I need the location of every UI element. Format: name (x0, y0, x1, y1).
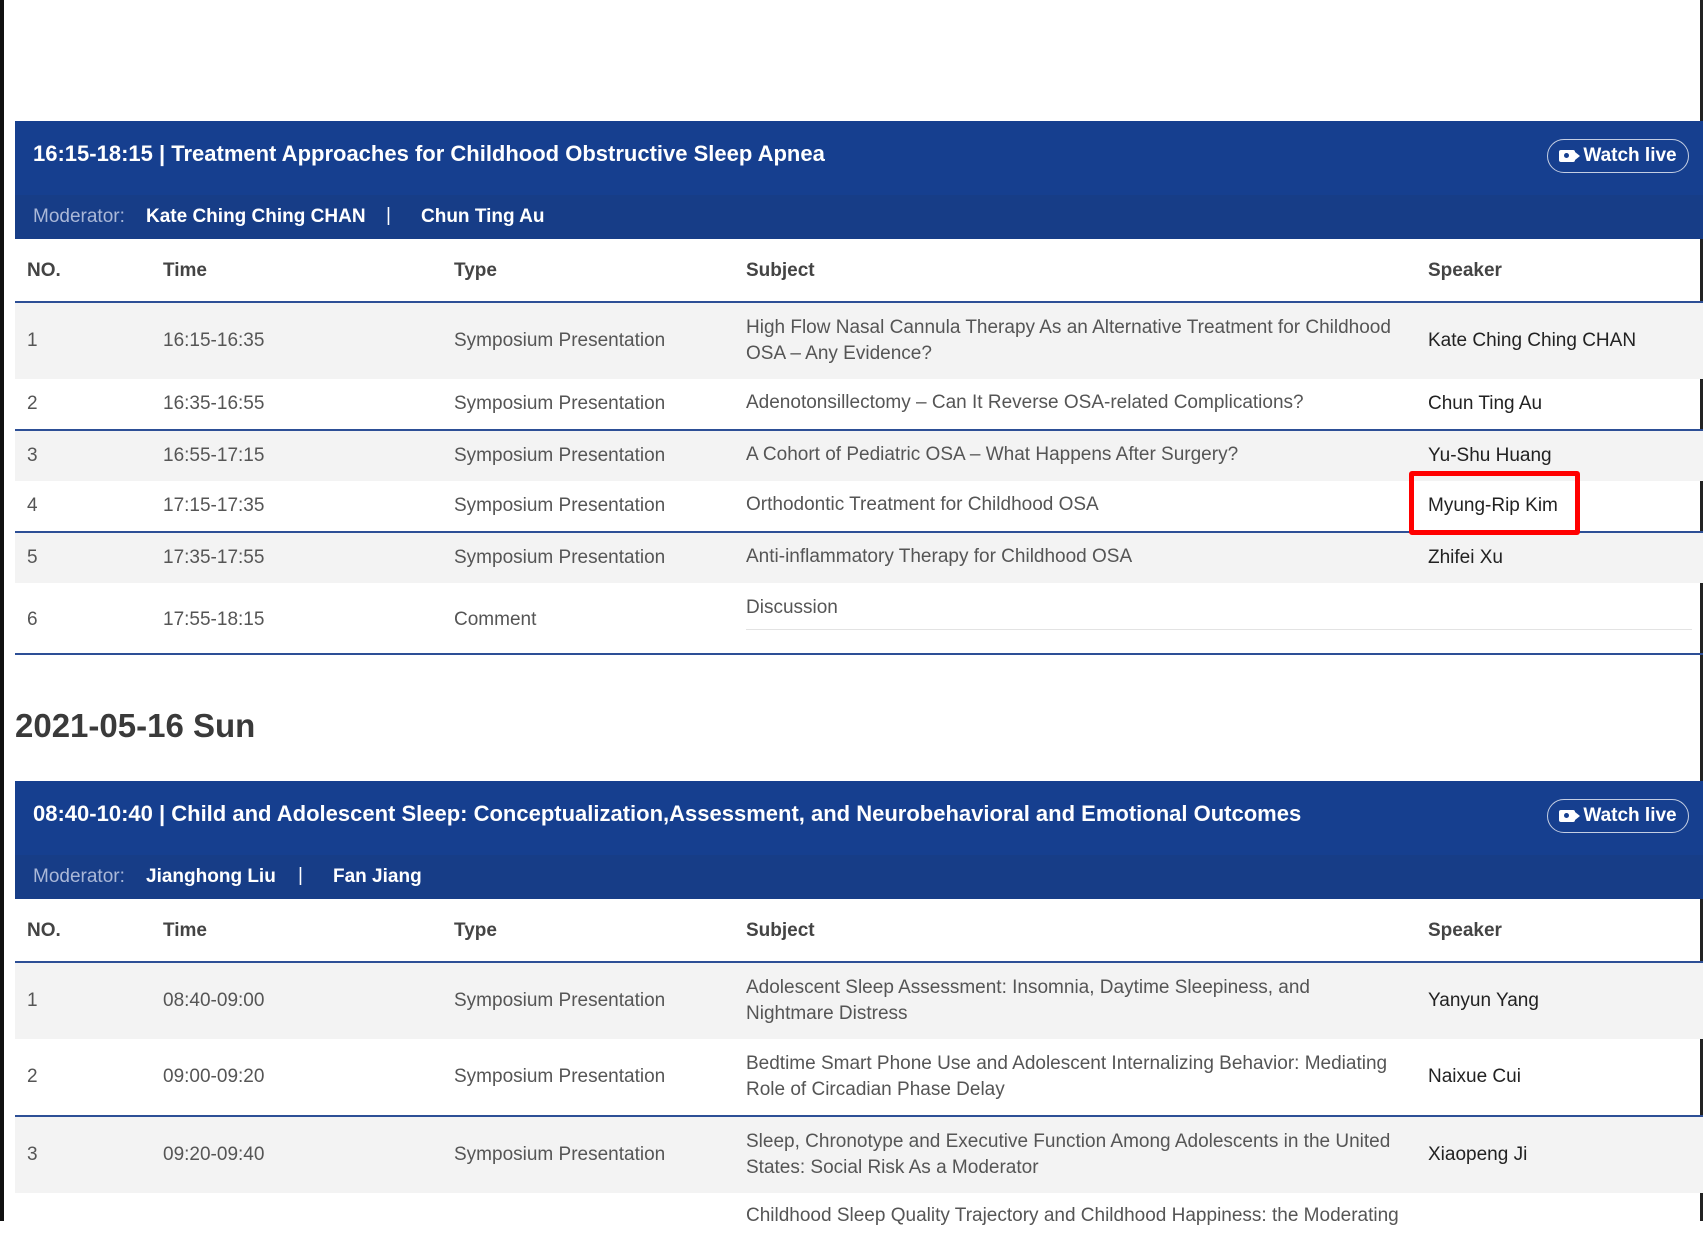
row-time: 16:15-16:35 (163, 330, 265, 351)
column-header-subject: Subject (746, 260, 815, 281)
row-subject[interactable]: A Cohort of Pediatric OSA – What Happens… (746, 442, 1396, 468)
row-number: 3 (27, 1144, 38, 1165)
row-time: 16:35-16:55 (163, 393, 265, 414)
date-heading: 2021-05-16 Sun (15, 707, 256, 744)
session-title: 16:15-18:15 | Treatment Approaches for C… (33, 141, 825, 166)
video-camera-icon (1559, 810, 1581, 822)
row-divider (746, 629, 1692, 630)
row-number: 1 (27, 330, 38, 351)
row-number: 2 (27, 1066, 38, 1087)
session-block: 08:40-10:40 | Child and Adolescent Sleep… (15, 781, 1703, 1233)
row-time: 16:55-17:15 (163, 445, 265, 466)
moderator-bar: Moderator: Kate Ching Ching CHAN | Chun … (15, 195, 1703, 239)
row-time: 09:20-09:40 (163, 1144, 265, 1165)
moderator-name[interactable]: Kate Ching Ching CHAN (146, 206, 366, 228)
video-camera-icon (1559, 150, 1581, 162)
row-time: 17:35-17:55 (163, 547, 265, 568)
row-subject[interactable]: Childhood Sleep Quality Trajectory and C… (746, 1203, 1399, 1229)
column-header-speaker: Speaker (1428, 920, 1502, 941)
row-type: Symposium Presentation (454, 445, 666, 466)
moderator-separator: | (298, 865, 303, 886)
column-header-speaker: Speaker (1428, 260, 1502, 281)
column-header-subject: Subject (746, 920, 815, 941)
moderator-bar: Moderator: Jianghong Liu | Fan Jiang (15, 855, 1703, 899)
row-time: 17:15-17:35 (163, 495, 265, 516)
row-time: 08:40-09:00 (163, 990, 265, 1011)
speaker-highlight-box (1409, 471, 1580, 535)
table-row: 1 08:40-09:00 Symposium Presentation Ado… (15, 963, 1703, 1039)
moderator-label: Moderator: (33, 206, 125, 227)
row-subject[interactable]: Sleep, Chronotype and Executive Function… (746, 1129, 1396, 1181)
column-header-time: Time (163, 260, 208, 281)
table-row: 2 16:35-16:55 Symposium Presentation Ade… (15, 379, 1703, 429)
moderator-name[interactable]: Chun Ting Au (421, 206, 544, 228)
table-header: NO. Time Type Subject Speaker (15, 899, 1703, 963)
row-subject[interactable]: Bedtime Smart Phone Use and Adolescent I… (746, 1051, 1396, 1103)
watch-live-label: Watch live (1583, 805, 1677, 826)
watch-live-button[interactable]: Watch live (1547, 799, 1689, 833)
row-type: Symposium Presentation (454, 1066, 666, 1087)
watch-live-button[interactable]: Watch live (1547, 139, 1689, 173)
table-row: 5 17:35-17:55 Symposium Presentation Ant… (15, 531, 1703, 583)
moderator-name[interactable]: Fan Jiang (333, 866, 422, 888)
session-header: 16:15-18:15 | Treatment Approaches for C… (15, 121, 1703, 195)
row-speaker[interactable]: Kate Ching Ching CHAN (1428, 330, 1636, 352)
moderator-label: Moderator: (33, 866, 125, 887)
row-number: 1 (27, 990, 38, 1011)
row-subject[interactable]: Adenotonsillectomy – Can It Reverse OSA-… (746, 390, 1396, 416)
column-header-type: Type (454, 920, 497, 941)
session-title: 08:40-10:40 | Child and Adolescent Sleep… (33, 801, 1302, 826)
table-row: 2 09:00-09:20 Symposium Presentation Bed… (15, 1039, 1703, 1115)
column-header-no: NO. (27, 920, 61, 941)
row-number: 6 (27, 609, 38, 630)
row-type: Comment (454, 609, 537, 630)
row-number: 5 (27, 547, 38, 568)
row-type: Symposium Presentation (454, 990, 666, 1011)
row-speaker[interactable]: Zhifei Xu (1428, 547, 1503, 569)
row-speaker[interactable]: Xiaopeng Ji (1428, 1144, 1527, 1166)
row-type: Symposium Presentation (454, 1144, 666, 1165)
row-subject[interactable]: Discussion (746, 595, 1396, 621)
row-subject[interactable]: Anti-inflammatory Therapy for Childhood … (746, 544, 1396, 570)
table-row: 3 09:20-09:40 Symposium Presentation Sle… (15, 1115, 1703, 1193)
row-type: Symposium Presentation (454, 393, 666, 414)
moderator-separator: | (386, 205, 391, 226)
window-left-edge (0, 0, 4, 1221)
row-speaker[interactable]: Yanyun Yang (1428, 990, 1539, 1012)
row-speaker[interactable]: Yu-Shu Huang (1428, 445, 1552, 467)
session-block: 16:15-18:15 | Treatment Approaches for C… (15, 121, 1703, 653)
row-type: Symposium Presentation (454, 495, 666, 516)
row-type: Symposium Presentation (454, 330, 666, 351)
row-subject[interactable]: High Flow Nasal Cannula Therapy As an Al… (746, 315, 1396, 367)
table-bottom-border (15, 653, 1703, 655)
row-time: 09:00-09:20 (163, 1066, 265, 1087)
row-subject[interactable]: Adolescent Sleep Assessment: Insomnia, D… (746, 975, 1396, 1027)
table-row: Childhood Sleep Quality Trajectory and C… (15, 1193, 1703, 1233)
row-subject[interactable]: Orthodontic Treatment for Childhood OSA (746, 492, 1396, 518)
row-number: 4 (27, 495, 38, 516)
row-type: Symposium Presentation (454, 547, 666, 568)
table-header: NO. Time Type Subject Speaker (15, 239, 1703, 303)
row-speaker[interactable]: Chun Ting Au (1428, 393, 1542, 415)
table-row: 6 17:55-18:15 Comment Discussion (15, 583, 1703, 653)
watch-live-label: Watch live (1583, 145, 1677, 166)
moderator-name[interactable]: Jianghong Liu (146, 866, 276, 888)
row-number: 2 (27, 393, 38, 414)
column-header-time: Time (163, 920, 208, 941)
row-number: 3 (27, 445, 38, 466)
column-header-type: Type (454, 260, 497, 281)
row-speaker[interactable]: Naixue Cui (1428, 1066, 1521, 1088)
column-header-no: NO. (27, 260, 61, 281)
session-header: 08:40-10:40 | Child and Adolescent Sleep… (15, 781, 1703, 855)
row-time: 17:55-18:15 (163, 609, 265, 630)
table-row: 1 16:15-16:35 Symposium Presentation Hig… (15, 303, 1703, 379)
